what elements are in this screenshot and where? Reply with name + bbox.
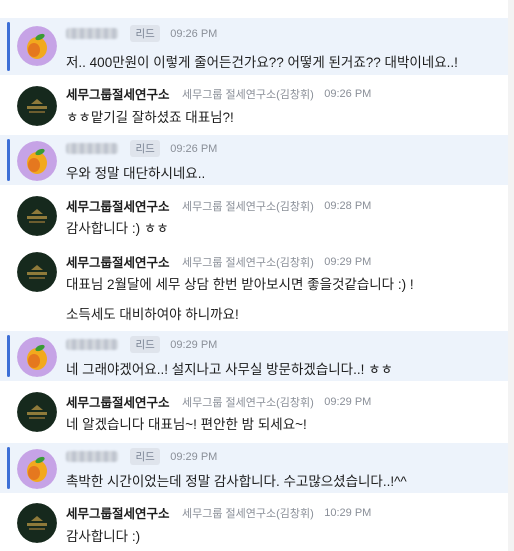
lead-badge: 리드 [130, 448, 160, 466]
timestamp: 09:29 PM [170, 338, 218, 351]
sender-name: 세무그룹절세연구소 [66, 88, 170, 102]
message-text: 감사합니다 :) ㅎㅎ [66, 221, 169, 236]
company-logo-icon [17, 392, 57, 432]
lead-badge: 리드 [130, 140, 160, 158]
message-text: 촉박한 시간이었는데 정말 감사합니다. 수고많으셨습니다..!^^ [66, 474, 407, 489]
message-text: 네 알겠습니다 대표님~! 편안한 밤 되세요~! [66, 417, 307, 432]
customer-avatar [17, 26, 57, 66]
timestamp: 09:26 PM [170, 27, 218, 40]
sender-detail: 세무그룹 절세연구소(김창휘) [181, 256, 314, 269]
timestamp: 09:26 PM [324, 87, 372, 100]
scrollbar[interactable] [508, 0, 514, 551]
sender-detail: 세무그룹 절세연구소(김창휘) [181, 200, 314, 213]
sender-name-redacted [66, 28, 118, 40]
company-logo-icon [17, 252, 57, 292]
message-text: 저.. 400만원이 이렇게 줄어든건가요?? 어떻게 된거죠?? 대박이네요.… [66, 55, 458, 70]
message-header: 세무그룹절세연구소 세무그룹 절세연구소(김창휘) 10:29 PM [66, 503, 372, 522]
timestamp: 09:29 PM [170, 450, 218, 463]
mango-icon [17, 337, 57, 377]
message-header: 세무그룹절세연구소 세무그룹 절세연구소(김창휘) 09:29 PM [66, 392, 372, 411]
sender-name-redacted [66, 339, 118, 351]
lead-badge: 리드 [130, 336, 160, 354]
agent-avatar [17, 252, 57, 292]
mango-icon [17, 449, 57, 489]
timestamp: 09:29 PM [324, 395, 372, 408]
message-customer: 리드 09:29 PM 촉박한 시간이었는데 정말 감사합니다. 수고많으셨습니… [0, 443, 514, 493]
timestamp: 09:29 PM [324, 255, 372, 268]
message-agent: 세무그룹절세연구소 세무그룹 절세연구소(김창휘) 10:29 PM 감사합니다… [0, 499, 514, 551]
message-header: 리드 09:26 PM [66, 140, 218, 158]
sender-name: 세무그룹절세연구소 [66, 396, 170, 410]
sender-detail: 세무그룹 절세연구소(김창휘) [181, 396, 314, 409]
sender-detail: 세무그룹 절세연구소(김창휘) [181, 88, 314, 101]
message-customer: 리드 09:29 PM 네 그래야겠어요..! 설지나고 사무실 방문하겠습니다… [0, 331, 514, 381]
agent-avatar [17, 196, 57, 236]
company-logo-icon [17, 503, 57, 543]
message-text: 대표님 2월달에 세무 상담 한번 받아보시면 좋을것같습니다 :) ! [66, 277, 414, 292]
message-text: 우와 정말 대단하시네요.. [66, 166, 206, 181]
mango-icon [17, 141, 57, 181]
timestamp: 09:28 PM [324, 199, 372, 212]
sender-name-redacted [66, 451, 118, 463]
message-header: 리드 09:29 PM [66, 336, 218, 354]
mango-icon [17, 26, 57, 66]
message-agent: 세무그룹절세연구소 세무그룹 절세연구소(김창휘) 09:29 PM 대표님 2… [0, 248, 514, 326]
sender-name: 세무그룹절세연구소 [66, 256, 170, 270]
message-header: 리드 09:26 PM [66, 25, 218, 43]
customer-avatar [17, 141, 57, 181]
sender-name-redacted [66, 143, 118, 155]
message-text: ㅎㅎ맡기길 잘하셨죠 대표님?! [66, 110, 234, 125]
message-header: 리드 09:29 PM [66, 448, 218, 466]
chat-log: 리드 09:26 PM 저.. 400만원이 이렇게 줄어든건가요?? 어떻게 … [0, 0, 514, 551]
message-header: 세무그룹절세연구소 세무그룹 절세연구소(김창휘) 09:29 PM [66, 252, 372, 271]
message-text-continued: 소득세도 대비하여야 하니까요! [66, 307, 239, 322]
customer-avatar [17, 449, 57, 489]
message-header: 세무그룹절세연구소 세무그룹 절세연구소(김창휘) 09:26 PM [66, 84, 372, 103]
message-text: 네 그래야겠어요..! 설지나고 사무실 방문하겠습니다..! ㅎㅎ [66, 362, 393, 377]
timestamp: 10:29 PM [324, 506, 372, 519]
company-logo-icon [17, 86, 57, 126]
agent-avatar [17, 392, 57, 432]
customer-avatar [17, 337, 57, 377]
message-text: 감사합니다 :) [66, 529, 141, 544]
message-agent: 세무그룹절세연구소 세무그룹 절세연구소(김창휘) 09:26 PM ㅎㅎ맡기길… [0, 80, 514, 130]
lead-badge: 리드 [130, 25, 160, 43]
timestamp: 09:26 PM [170, 142, 218, 155]
message-agent: 세무그룹절세연구소 세무그룹 절세연구소(김창휘) 09:28 PM 감사합니다… [0, 192, 514, 242]
sender-detail: 세무그룹 절세연구소(김창휘) [181, 507, 314, 520]
message-customer: 리드 09:26 PM 우와 정말 대단하시네요.. [0, 135, 514, 185]
message-agent: 세무그룹절세연구소 세무그룹 절세연구소(김창휘) 09:29 PM 네 알겠습… [0, 388, 514, 438]
agent-avatar [17, 86, 57, 126]
agent-avatar [17, 503, 57, 543]
message-customer: 리드 09:26 PM 저.. 400만원이 이렇게 줄어든건가요?? 어떻게 … [0, 18, 514, 75]
company-logo-icon [17, 196, 57, 236]
message-header: 세무그룹절세연구소 세무그룹 절세연구소(김창휘) 09:28 PM [66, 196, 372, 215]
sender-name: 세무그룹절세연구소 [66, 507, 170, 521]
sender-name: 세무그룹절세연구소 [66, 200, 170, 214]
